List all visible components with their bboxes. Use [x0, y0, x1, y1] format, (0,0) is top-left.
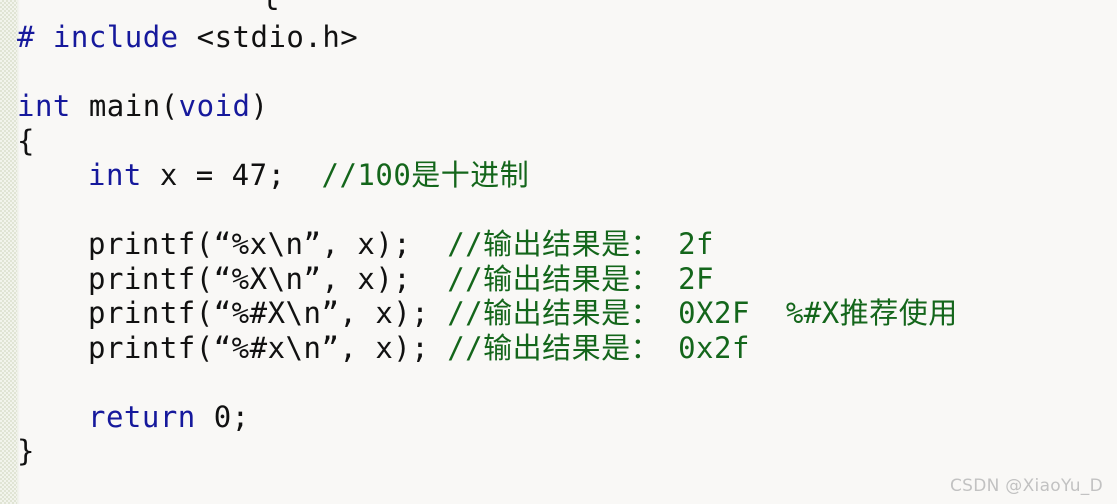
code-token-kw: int	[17, 89, 89, 123]
code-line-printf-upper-x: printf(“%X\n”, x); //输出结果是： 2F	[0, 262, 714, 296]
code-line-printf-lower-x: printf(“%x\n”, x); //输出结果是： 2f	[0, 227, 714, 261]
code-token-plain: )	[250, 89, 269, 123]
code-token-plain: x = 47;	[159, 158, 322, 192]
code-token-comment: //输出结果是： 2F	[447, 261, 715, 296]
code-token-plain: }	[17, 434, 35, 468]
code-token-plain: printf(“%#x\n”, x);	[88, 330, 448, 365]
csdn-watermark: CSDN @XiaoYu_D	[949, 476, 1103, 496]
code-line-include-line: # include <stdio.h>	[0, 20, 358, 54]
code-line-open-brace: {	[0, 124, 35, 158]
code-line-main-signature: int main(void)	[0, 89, 268, 123]
code-line-return-line: return 0;	[0, 400, 250, 434]
code-line-printf-hash-upper-x: printf(“%#X\n”, x); //输出结果是： 0X2F %#X推荐使…	[0, 296, 958, 330]
code-token-kw: # include	[17, 20, 197, 54]
code-token-comment: //100是十进制	[321, 158, 530, 192]
code-token-comment: //输出结果是： 0x2f	[447, 330, 750, 365]
code-editor[interactable]: l # include <stdio.h> int main(void){int …	[0, 0, 1117, 504]
code-token-plain: {	[17, 123, 35, 158]
code-token-kw: return	[88, 399, 214, 434]
code-token-plain: main(	[88, 89, 179, 123]
code-line-declare-x: int x = 47; //100是十进制	[0, 158, 529, 192]
code-token-comment: //输出结果是： 0X2F %#X推荐使用	[447, 296, 958, 330]
code-token-plain: 0;	[213, 399, 250, 434]
code-token-kw: int	[88, 158, 160, 192]
code-token-plain: printf(“%X\n”, x);	[88, 261, 448, 296]
code-area[interactable]: # include <stdio.h> int main(void){int x …	[0, 0, 1117, 504]
code-token-plain: printf(“%x\n”, x);	[88, 227, 448, 261]
code-token-plain: <stdio.h>	[196, 20, 359, 54]
code-token-kw: void	[178, 89, 251, 123]
code-line-close-brace: }	[0, 434, 35, 468]
code-line-printf-hash-lower-x: printf(“%#x\n”, x); //输出结果是： 0x2f	[0, 331, 750, 365]
code-token-plain: printf(“%#X\n”, x);	[88, 296, 448, 330]
code-token-comment: //输出结果是： 2f	[447, 227, 715, 261]
